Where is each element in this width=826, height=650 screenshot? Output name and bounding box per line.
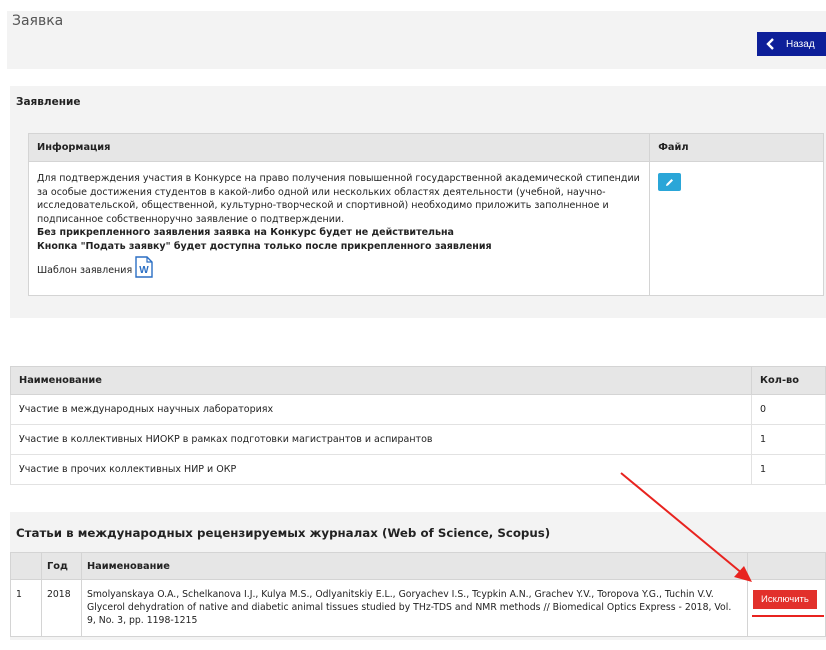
count-column-header: Кол-во — [751, 366, 826, 395]
info-text: Для подтверждения участия в Конкурсе на … — [37, 173, 640, 225]
warning-submit: Кнопка "Подать заявку" будет доступна то… — [37, 240, 492, 252]
word-icon-letter: W — [139, 265, 149, 276]
application-info-table: Информация Файл Для подтверждения участи… — [27, 133, 824, 296]
year-column-header: Год — [40, 552, 82, 580]
achievements-count-table: Наименование Кол-во Участие в международ… — [9, 366, 826, 485]
row-count: 0 — [751, 394, 826, 425]
page-title: Заявка — [12, 13, 64, 29]
row-title: Smolyanskaya O.A., Schelkanova I.J., Kul… — [80, 579, 748, 637]
title-column-header: Наименование — [80, 552, 748, 580]
row-year: 2018 — [40, 579, 82, 637]
chevron-left-icon — [766, 38, 774, 50]
template-link[interactable]: Шаблон заявления W — [37, 255, 641, 278]
back-button-label: Назад — [786, 38, 815, 50]
table-row: Участие в прочих коллективных НИР и ОКР … — [9, 454, 826, 485]
application-panel: Заявление Информация Файл Для подтвержде… — [10, 86, 826, 318]
row-action-cell: Исключить — [746, 579, 826, 637]
exclude-button[interactable]: Исключить — [752, 590, 817, 609]
back-button[interactable]: Назад — [757, 32, 826, 56]
row-count: 1 — [751, 424, 826, 455]
name-column-header: Наименование — [9, 366, 753, 395]
row-number: 1 — [10, 579, 42, 637]
table-row: Участие в международных научных лаборато… — [9, 394, 826, 425]
number-column-header — [10, 552, 42, 580]
warning-invalid: Без прикрепленного заявления заявка на К… — [37, 227, 454, 239]
template-label: Шаблон заявления — [37, 264, 133, 276]
row-name: Участие в международных научных лаборато… — [9, 394, 753, 425]
info-column-header: Информация — [27, 133, 651, 162]
row-name: Участие в прочих коллективных НИР и ОКР — [9, 454, 753, 485]
file-column-header: Файл — [649, 133, 824, 162]
row-name: Участие в коллективных НИОКР в рамках по… — [9, 424, 753, 455]
table-row: Участие в коллективных НИОКР в рамках по… — [9, 424, 826, 455]
pencil-icon — [666, 178, 674, 186]
articles-panel-title: Статьи в международных рецензируемых жур… — [16, 526, 551, 540]
articles-panel: Статьи в международных рецензируемых жур… — [10, 512, 826, 640]
table-row: 1 2018 Smolyanskaya O.A., Schelkanova I.… — [10, 579, 826, 637]
page-header: Заявка Назад — [7, 11, 826, 69]
word-document-icon[interactable]: W — [134, 255, 154, 278]
edit-file-button[interactable] — [658, 173, 682, 191]
row-count: 1 — [751, 454, 826, 485]
info-cell: Для подтверждения участия в Конкурсе на … — [27, 161, 651, 296]
action-column-header — [746, 552, 826, 580]
application-panel-title: Заявление — [16, 96, 81, 108]
articles-table: Год Наименование 1 2018 Smolyanskaya O.A… — [10, 552, 826, 637]
file-cell — [649, 161, 824, 296]
